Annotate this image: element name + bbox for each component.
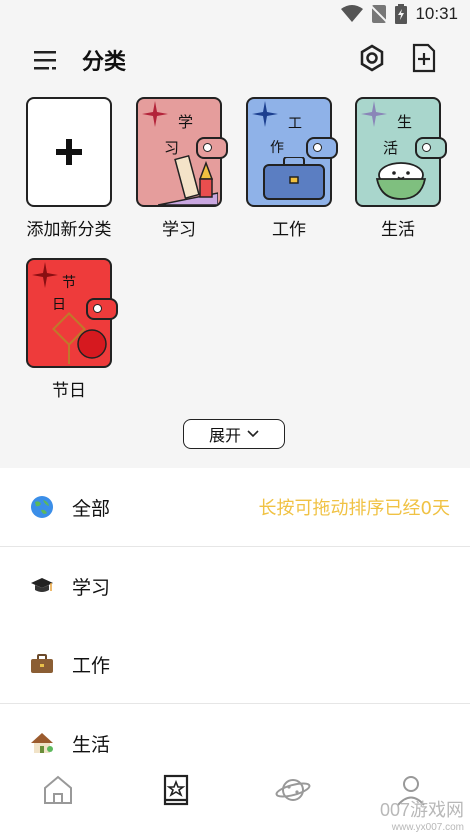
list-item-work[interactable]: 工作 xyxy=(0,625,470,704)
no-sim-icon xyxy=(371,5,388,23)
category-label: 工作 xyxy=(272,220,306,240)
category-list: 全部 长按可拖动排序已经0天 学习 工作 生活 xyxy=(0,468,470,782)
add-note-icon[interactable] xyxy=(410,42,438,74)
expand-label: 展开 xyxy=(208,426,241,445)
briefcase-icon xyxy=(31,654,53,673)
cover-char: 学 xyxy=(178,113,194,131)
add-category-card[interactable]: 添加新分类 xyxy=(24,97,114,240)
watermark-url: www.yx007.com xyxy=(391,822,464,833)
category-cover-festival[interactable]: 节 日 xyxy=(26,258,118,368)
wifi-icon xyxy=(341,5,364,22)
sort-hint: 长按可拖动排序已经0天 xyxy=(258,498,450,519)
add-category-cover[interactable] xyxy=(26,97,112,207)
cover-char: 工 xyxy=(288,116,302,132)
status-bar: 10:31 xyxy=(0,0,470,32)
globe-icon xyxy=(31,496,53,518)
category-label: 节日 xyxy=(52,381,86,401)
briefcase-illustration-icon xyxy=(263,157,325,200)
cover-char: 节 xyxy=(62,275,76,291)
category-cover-life[interactable]: 生 活 xyxy=(355,97,447,207)
watermark: 007游戏网 www.yx007.com xyxy=(380,796,464,833)
category-label: 学习 xyxy=(162,220,196,240)
plus-icon xyxy=(56,139,82,165)
notebook-icon[interactable] xyxy=(158,772,194,808)
cover-clasp xyxy=(86,298,118,320)
cover-clasp xyxy=(306,137,338,159)
battery-icon xyxy=(395,4,408,24)
cover-clasp xyxy=(415,137,447,159)
category-label: 添加新分类 xyxy=(26,220,112,240)
expand-button[interactable]: 展开 xyxy=(183,419,285,449)
category-card-study[interactable]: 学 习 学习 xyxy=(134,97,228,240)
category-cover-study[interactable]: 学 习 xyxy=(136,97,228,207)
page-title: 分类 xyxy=(82,50,127,75)
rice-bowl-icon xyxy=(375,162,427,200)
cover-char: 活 xyxy=(383,139,399,157)
category-cover-work[interactable]: 工 作 xyxy=(246,97,338,207)
list-item-study[interactable]: 学习 xyxy=(0,547,470,625)
watermark-text: 007游戏网 xyxy=(379,800,464,820)
sparkle-icon xyxy=(361,101,387,127)
menu-icon[interactable] xyxy=(32,46,60,74)
graduation-cap-icon xyxy=(31,578,53,592)
list-item-label: 全部 xyxy=(72,497,111,520)
list-item-label: 生活 xyxy=(72,733,111,756)
home-icon[interactable] xyxy=(40,772,76,808)
category-card-festival[interactable]: 节 日 节日 xyxy=(24,258,118,401)
top-app-bar: 分类 xyxy=(0,32,470,88)
list-item-all[interactable]: 全部 长按可拖动排序已经0天 xyxy=(0,468,470,547)
cover-char: 作 xyxy=(270,140,284,156)
status-time: 10:31 xyxy=(415,4,458,23)
sparkle-icon xyxy=(252,101,278,127)
settings-icon[interactable] xyxy=(356,42,388,74)
category-card-life[interactable]: 生 活 生活 xyxy=(353,97,447,240)
list-item-label: 工作 xyxy=(72,654,111,677)
list-item-label: 学习 xyxy=(72,576,111,599)
category-grid: 添加新分类 学 习 学习 工 作 工作 生 活 生活 节 日 节日 展开 xyxy=(0,88,470,468)
category-label: 生活 xyxy=(381,220,415,240)
cover-clasp xyxy=(196,137,228,159)
bottom-navigation: 007游戏网 www.yx007.com xyxy=(0,760,470,837)
ruler-pencil-icon xyxy=(158,154,218,205)
chevron-down-icon xyxy=(247,430,259,438)
sparkle-icon xyxy=(32,262,58,288)
planet-icon[interactable] xyxy=(275,772,311,808)
category-card-work[interactable]: 工 作 工作 xyxy=(244,97,338,240)
sparkle-icon xyxy=(142,101,168,127)
cover-char: 生 xyxy=(397,113,413,131)
house-icon xyxy=(31,733,53,753)
